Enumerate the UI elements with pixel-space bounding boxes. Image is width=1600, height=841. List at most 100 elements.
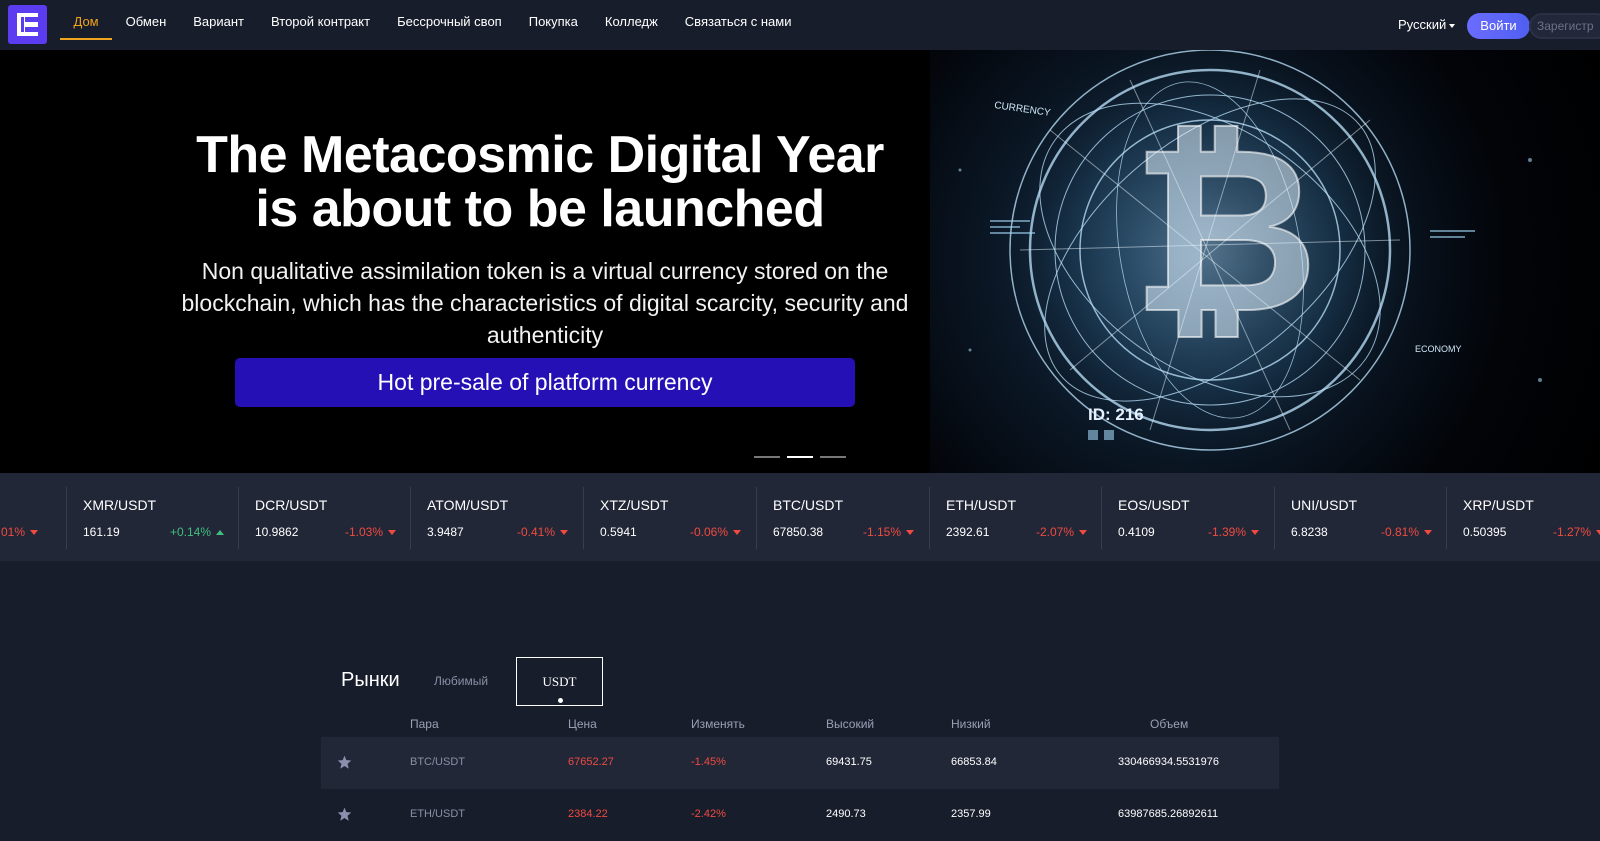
ticker-price: 67850.38 xyxy=(773,525,824,539)
cell-price: 67652.27 xyxy=(568,756,614,768)
cell-pair: ETH/USDT xyxy=(410,808,465,820)
cell-volume: 63987685.26892611 xyxy=(1118,808,1219,820)
ticker-change: -1.15% xyxy=(863,525,914,539)
ticker-pair: EOS/USDT xyxy=(1118,497,1190,513)
table-row[interactable]: BTC/USDT 67652.27 -1.45% 69431.75 66853.… xyxy=(321,737,1279,789)
markets-title: Рынки xyxy=(341,669,400,691)
ticker-pair: XRP/USDT xyxy=(1463,497,1534,513)
price-ticker: 0.01% XMR/USDT 161.19 +0.14% DCR/USDT 10… xyxy=(0,473,1600,561)
cell-low: 2357.99 xyxy=(951,808,991,820)
svg-text:₿: ₿ xyxy=(1131,102,1318,359)
ticker-price: 0.4109 xyxy=(1118,525,1155,539)
ticker-item[interactable]: BTC/USDT 67850.38 -1.15% xyxy=(756,487,928,549)
arrow-down-icon xyxy=(733,530,741,536)
ticker-item[interactable]: DCR/USDT 10.9862 -1.03% xyxy=(238,487,410,549)
ticker-item[interactable]: EOS/USDT 0.4109 -1.39% xyxy=(1101,487,1273,549)
register-button[interactable]: Зарегистр xyxy=(1529,13,1600,39)
col-high: Высокий xyxy=(826,717,875,731)
ticker-item[interactable]: XTZ/USDT 0.5941 -0.06% xyxy=(583,487,755,549)
arrow-down-icon xyxy=(1424,530,1432,536)
arrow-down-icon xyxy=(560,530,568,536)
nav-item-perpetual-swap[interactable]: Бессрочный своп xyxy=(384,0,516,40)
carousel-dot-3[interactable] xyxy=(820,456,846,458)
caret-down-icon xyxy=(1449,23,1456,28)
ticker-item[interactable]: XMR/USDT 161.19 +0.14% xyxy=(66,487,238,549)
ticker-change: 0.01% xyxy=(0,525,38,539)
ticker-change: +0.14% xyxy=(170,525,224,539)
arrow-down-icon xyxy=(1596,530,1600,536)
ticker-change: -2.07% xyxy=(1036,525,1087,539)
ticker-item[interactable]: 0.01% xyxy=(0,487,52,549)
hero-banner: ₿ CURRENCY ECONOMY ID: 216 The Metacosmi… xyxy=(0,50,1600,473)
hero-subtitle: Non qualitative assimilation token is a … xyxy=(181,258,909,348)
tab-usdt[interactable]: USDT xyxy=(516,657,603,706)
arrow-down-icon xyxy=(30,530,38,536)
ticker-pair: ETH/USDT xyxy=(946,497,1016,513)
logo[interactable] xyxy=(8,5,47,44)
col-low: Низкий xyxy=(951,717,991,731)
ticker-pair: DCR/USDT xyxy=(255,497,328,513)
login-button[interactable]: Войти xyxy=(1467,13,1530,39)
ticker-price: 2392.61 xyxy=(946,525,990,539)
nav-item-college[interactable]: Колледж xyxy=(591,0,671,40)
ticker-change: -0.81% xyxy=(1381,525,1432,539)
cell-pair: BTC/USDT xyxy=(410,756,465,768)
presale-button[interactable]: Hot pre-sale of platform currency xyxy=(235,358,855,407)
cell-change: -2.42% xyxy=(691,808,726,820)
table-row[interactable]: ETH/USDT 2384.22 -2.42% 2490.73 2357.99 … xyxy=(321,789,1279,841)
ticker-item[interactable]: ATOM/USDT 3.9487 -0.41% xyxy=(410,487,582,549)
art-label-economy: ECONOMY xyxy=(1415,344,1462,354)
nav-item-purchase[interactable]: Покупка xyxy=(515,0,591,40)
nav-item-option[interactable]: Вариант xyxy=(180,0,258,40)
col-price: Цена xyxy=(568,717,597,731)
carousel-dot-2[interactable] xyxy=(787,456,813,458)
bitcoin-hologram-art: ₿ CURRENCY ECONOMY ID: 216 xyxy=(958,50,1542,473)
cell-low: 66853.84 xyxy=(951,756,997,768)
arrow-down-icon xyxy=(388,530,396,536)
arrow-down-icon xyxy=(906,530,914,536)
ticker-price: 0.5941 xyxy=(600,525,637,539)
ticker-pair: XMR/USDT xyxy=(83,497,157,513)
ticker-price: 6.8238 xyxy=(1291,525,1328,539)
ticker-pair: XTZ/USDT xyxy=(600,497,669,513)
ticker-pair: UNI/USDT xyxy=(1291,497,1358,513)
col-change: Изменять xyxy=(691,717,745,731)
ticker-change: -0.06% xyxy=(690,525,741,539)
ticker-change: -1.39% xyxy=(1208,525,1259,539)
cell-volume: 330466934.5531976 xyxy=(1118,756,1219,768)
arrow-down-icon xyxy=(1251,530,1259,536)
ticker-item[interactable]: XRP/USDT 0.50395 -1.27% xyxy=(1446,487,1600,549)
logo-icon xyxy=(17,13,38,36)
tab-favorite[interactable]: Любимый xyxy=(434,674,488,688)
ticker-price: 10.9862 xyxy=(255,525,299,539)
active-tab-dot xyxy=(558,698,563,703)
hero-title: The Metacosmic Digital Year is about to … xyxy=(130,128,950,236)
star-icon[interactable] xyxy=(337,755,352,769)
ticker-item[interactable]: UNI/USDT 6.8238 -0.81% xyxy=(1274,487,1446,549)
cell-high: 2490.73 xyxy=(826,808,866,820)
nav-item-contact[interactable]: Связаться с нами xyxy=(671,0,805,40)
nav-item-exchange[interactable]: Обмен xyxy=(112,0,180,40)
ticker-price: 161.19 xyxy=(83,525,120,539)
cell-high: 69431.75 xyxy=(826,756,872,768)
hero-title-line1: The Metacosmic Digital Year xyxy=(196,126,884,184)
markets-panel: Рынки Любимый USDT Пара Цена Изменять Вы… xyxy=(321,656,1279,841)
cell-price: 2384.22 xyxy=(568,808,608,820)
ticker-price: 0.50395 xyxy=(1463,525,1507,539)
ticker-change: -1.27% xyxy=(1553,525,1600,539)
language-label: Русский xyxy=(1398,17,1447,32)
ticker-item[interactable]: ETH/USDT 2392.61 -2.07% xyxy=(929,487,1101,549)
carousel-dot-1[interactable] xyxy=(754,456,780,458)
col-pair: Пара xyxy=(410,717,439,731)
nav-menu: Дом Обмен Вариант Второй контракт Бессро… xyxy=(60,0,805,44)
cell-change: -1.45% xyxy=(691,756,726,768)
nav-item-second-contract[interactable]: Второй контракт xyxy=(258,0,384,40)
language-selector[interactable]: Русский xyxy=(1398,17,1456,32)
nav-item-home[interactable]: Дом xyxy=(60,0,113,40)
carousel-indicators xyxy=(754,456,846,458)
arrow-down-icon xyxy=(1079,530,1087,536)
arrow-up-icon xyxy=(216,530,224,536)
ticker-pair: ATOM/USDT xyxy=(427,497,509,513)
col-volume: Объем xyxy=(1150,717,1189,731)
markets-table-header: Пара Цена Изменять Высокий Низкий Объем xyxy=(321,714,1279,736)
